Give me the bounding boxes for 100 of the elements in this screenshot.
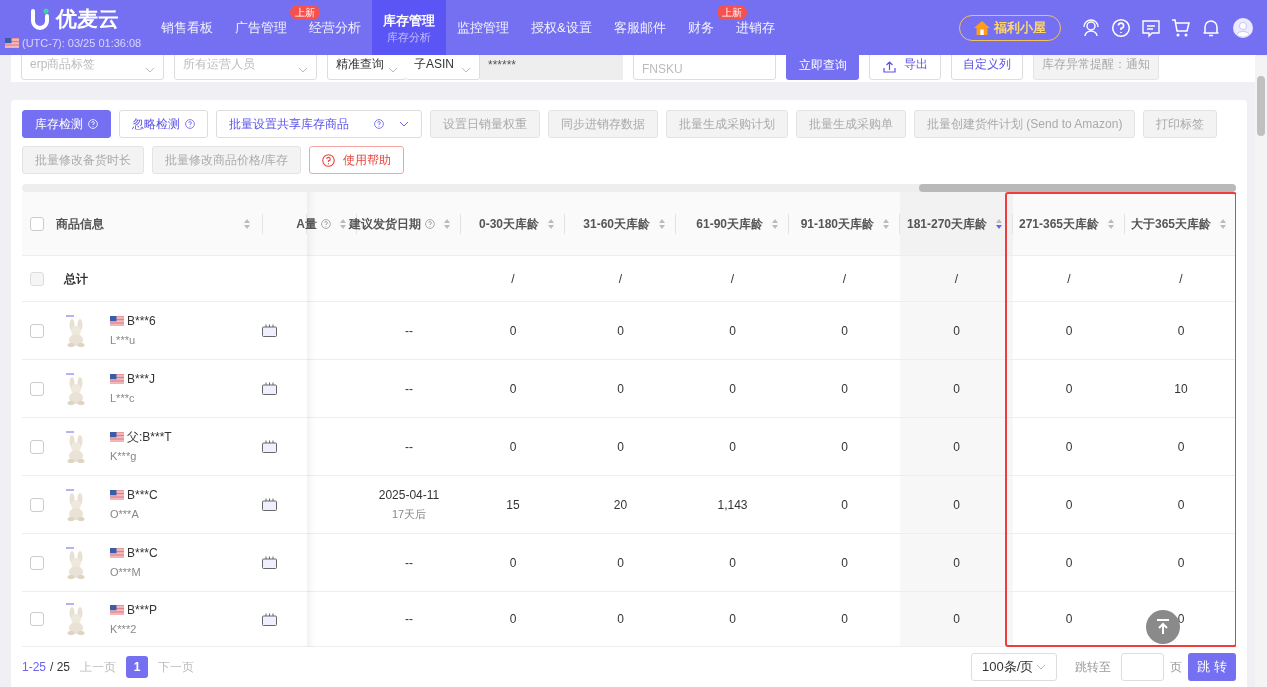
select-field[interactable]: 精准查询 xyxy=(327,55,407,80)
horizontal-scrollbar[interactable] xyxy=(22,184,1236,192)
filter-button[interactable]: 自定义列 xyxy=(951,55,1023,80)
toolbar-button[interactable]: 批量设置共享库存商品 xyxy=(216,110,422,138)
message-icon[interactable] xyxy=(1141,17,1161,38)
table-cell-text: 0 xyxy=(729,380,736,398)
checkbox[interactable] xyxy=(30,612,44,626)
chevron-down-icon xyxy=(388,67,398,73)
table-cell-text: 0 xyxy=(1065,380,1073,398)
toolbar-button[interactable]: 设置日销量权重 xyxy=(430,110,540,138)
checkbox[interactable] xyxy=(30,271,44,286)
product-sku: O***A xyxy=(110,507,140,523)
table-cell-text: 0 xyxy=(953,554,960,572)
table-cell-text: 20 xyxy=(613,496,628,514)
table-cell-text: 0 xyxy=(1177,496,1185,514)
table-cell-text: 0 xyxy=(617,322,624,340)
page-total: / 25 xyxy=(50,659,71,676)
table-cell-text: 2025-04-11 xyxy=(378,487,440,505)
toolbar-button[interactable]: 批量创建货件计划 (Send to Amazon) xyxy=(914,110,1136,138)
toolbar-button[interactable]: 批量生成采购计划 xyxy=(666,110,788,138)
us-flag-icon xyxy=(5,38,19,49)
page-button[interactable]: 1 xyxy=(126,656,149,678)
product-sku: K***2 xyxy=(110,621,138,637)
toolbar-button[interactable]: 批量生成采购单 xyxy=(796,110,906,138)
cart-icon[interactable] xyxy=(1171,17,1191,38)
input-field[interactable]: ****** xyxy=(480,55,623,80)
table-cell-text: 0 xyxy=(1065,554,1073,572)
checkbox[interactable] xyxy=(30,323,44,338)
toolbar-button[interactable]: 批量修改备货时长 xyxy=(22,146,144,174)
column-header[interactable]: 61-90天库龄 xyxy=(696,214,763,233)
page-scrollbar[interactable] xyxy=(1255,56,1267,687)
column-header[interactable]: 271-365天库龄 xyxy=(1018,214,1099,233)
nav-tab[interactable]: 销售看板 xyxy=(150,0,224,55)
table-cell-text: 0 xyxy=(841,380,848,398)
table-cell-text: 1,143 xyxy=(717,496,748,514)
product-asin[interactable]: B***P xyxy=(127,600,158,619)
ad-icon xyxy=(262,612,277,626)
table-cell-text: / xyxy=(1179,270,1183,288)
toolbar-button[interactable]: 批量修改商品价格/库存 xyxy=(152,146,302,174)
checkbox[interactable] xyxy=(30,555,44,570)
column-header[interactable]: A量 xyxy=(296,214,317,233)
product-sku: O***M xyxy=(110,565,142,581)
help-icon xyxy=(322,153,336,167)
toolbar-button[interactable]: 忽略检测 xyxy=(119,110,208,138)
logo-text: 优麦云 xyxy=(56,6,119,32)
nav-tab[interactable]: 授权&设置 xyxy=(520,0,603,55)
checkbox[interactable] xyxy=(30,216,44,231)
checkbox[interactable] xyxy=(30,381,44,396)
scrollbar-thumb[interactable] xyxy=(919,184,1236,192)
select-field[interactable]: 子ASIN xyxy=(406,55,480,80)
checkbox[interactable] xyxy=(30,439,44,454)
table-cell-text: / xyxy=(1067,270,1071,288)
product-asin[interactable]: B***J xyxy=(127,370,155,389)
column-header[interactable]: 大于365天库龄 xyxy=(1130,214,1211,233)
nav-tab[interactable]: 客服邮件 xyxy=(602,0,677,55)
toolbar-button[interactable]: 库存检测 xyxy=(22,110,111,138)
product-asin[interactable]: 父:B***T xyxy=(127,428,172,447)
bell-icon[interactable] xyxy=(1201,17,1221,38)
table-cell-text: / xyxy=(730,270,735,288)
column-header[interactable]: 建议发货日期 xyxy=(349,214,421,233)
product-asin[interactable]: B***C xyxy=(127,486,158,505)
table-cell-text: 0 xyxy=(617,611,624,628)
ad-icon xyxy=(262,324,277,337)
nav-tab[interactable]: 监控管理 xyxy=(446,0,520,55)
checkbox[interactable] xyxy=(30,497,44,512)
table-cell-text: 0 xyxy=(617,554,624,572)
export-button[interactable]: 导出 xyxy=(869,55,941,80)
logo-icon xyxy=(30,8,50,30)
nav-tab[interactable]: 库存管理 库存分析 xyxy=(372,0,446,55)
jump-button[interactable]: 跳 转 xyxy=(1188,653,1236,681)
column-header[interactable]: 31-60天库龄 xyxy=(583,214,650,233)
jump-label: 跳转至 xyxy=(1075,659,1111,676)
column-header[interactable]: 91-180天库龄 xyxy=(800,214,874,233)
input-field[interactable]: FNSKU xyxy=(633,55,776,80)
avatar-icon[interactable] xyxy=(1233,17,1253,38)
house-icon xyxy=(974,20,990,35)
product-asin[interactable]: B***C xyxy=(127,544,158,563)
product-sku: L***c xyxy=(110,391,136,407)
toolbar-button[interactable]: 同步进销存数据 xyxy=(548,110,658,138)
table-cell-text: 0 xyxy=(953,438,960,456)
page-input[interactable] xyxy=(1121,653,1164,681)
table-cell-text: 0 xyxy=(841,611,848,628)
table-cell-text: / xyxy=(511,270,515,288)
new-badge: 上新 xyxy=(716,5,747,20)
filter-button[interactable]: 库存异常提醒：通知 xyxy=(1033,55,1159,80)
table-cell-text: 0 xyxy=(729,438,736,456)
column-header[interactable]: 商品信息 xyxy=(56,214,235,233)
table-cell-text: 0 xyxy=(953,611,960,628)
table-cell-text: 0 xyxy=(1065,322,1073,340)
timezone-text: (UTC-7): 03/25 01:36:08 xyxy=(22,36,142,51)
toolbar-button[interactable]: 打印标签 xyxy=(1143,110,1218,138)
toolbar-button[interactable]: 使用帮助 xyxy=(309,146,405,174)
help-icon[interactable] xyxy=(1111,17,1131,38)
column-header[interactable]: 0-30天库龄 xyxy=(478,214,539,233)
product-asin[interactable]: B***6 xyxy=(127,312,156,331)
support-icon[interactable] xyxy=(1081,17,1101,38)
page-range: 1-25 xyxy=(22,659,47,676)
filter-button[interactable]: 立即查询 xyxy=(786,55,859,80)
table-cell-text: 0 xyxy=(509,611,517,628)
page-size-select[interactable]: 100条/页 xyxy=(971,653,1057,681)
